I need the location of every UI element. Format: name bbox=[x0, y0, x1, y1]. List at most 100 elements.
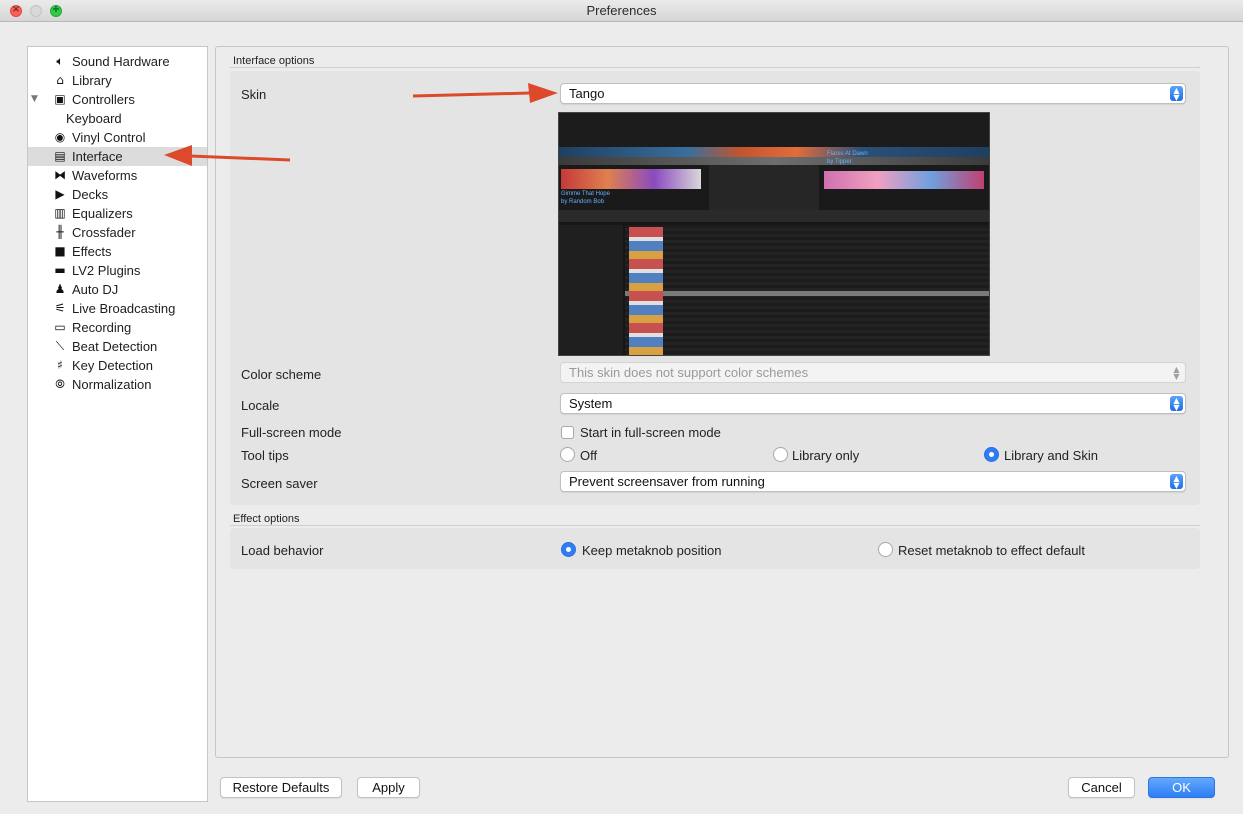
window-title: Preferences bbox=[586, 3, 657, 18]
sidebar-item-library[interactable]: ⌂ Library bbox=[28, 71, 207, 90]
locale-select[interactable]: System ▲ ▼ bbox=[560, 393, 1186, 414]
sidebar-item-vinyl-control[interactable]: ◉ Vinyl Control bbox=[28, 128, 207, 147]
skin-select-value: Tango bbox=[569, 86, 605, 101]
skin-preview-image: Gimme That Hope by Random Bob Flares At … bbox=[558, 112, 990, 356]
sidebar-item-lv2-plugins[interactable]: ▬ LV2 Plugins bbox=[28, 261, 207, 280]
ok-button[interactable]: OK bbox=[1148, 777, 1215, 798]
sidebar-item-recording[interactable]: ▭ Recording bbox=[28, 318, 207, 337]
cancel-button[interactable]: Cancel bbox=[1068, 777, 1135, 798]
skin-label: Skin bbox=[241, 87, 267, 102]
sidebar-item-interface[interactable]: ▤ Interface bbox=[28, 147, 207, 166]
sidebar-item-label: Decks bbox=[72, 187, 109, 202]
titlebar: × + Preferences bbox=[0, 0, 1243, 22]
sidebar-item-label: Library bbox=[72, 73, 112, 88]
skin-select[interactable]: Tango ▲ ▼ bbox=[560, 83, 1186, 104]
updown-chevron-icon: ▲ ▼ bbox=[1170, 396, 1183, 412]
updown-chevron-icon: ▲ ▼ bbox=[1173, 365, 1180, 381]
sidebar-item-live-broadcasting[interactable]: ⚟ Live Broadcasting bbox=[28, 299, 207, 318]
sidebar-item-keyboard[interactable]: Keyboard bbox=[28, 109, 207, 128]
sidebar-item-waveforms[interactable]: ⧓ Waveforms bbox=[28, 166, 207, 185]
tooltips-library-only-radio[interactable] bbox=[773, 447, 788, 462]
preferences-window: × + Preferences 🔈︎ Sound Hardware ⌂ Libr… bbox=[0, 0, 1243, 814]
tooltips-off-label[interactable]: Off bbox=[580, 448, 597, 463]
preview-track-list bbox=[625, 225, 989, 355]
sidebar-item-label: Normalization bbox=[72, 377, 152, 392]
preview-deck-left-artist: by Random Bob bbox=[561, 199, 605, 205]
sidebar-item-key-detection[interactable]: ♯ Key Detection bbox=[28, 356, 207, 375]
sidebar-item-label: Crossfader bbox=[72, 225, 136, 240]
disclosure-triangle-icon[interactable]: ▼ bbox=[31, 90, 38, 109]
crossfader-icon: ╫ bbox=[56, 225, 64, 239]
preview-waveform bbox=[559, 147, 989, 157]
sidebar-item-sound-hardware[interactable]: 🔈︎ Sound Hardware bbox=[28, 52, 207, 71]
sidebar-item-label: Equalizers bbox=[72, 206, 133, 221]
preview-deck-right-artist: by Tipper bbox=[827, 159, 852, 165]
library-icon: ⌂ bbox=[56, 73, 64, 87]
sidebar-item-equalizers[interactable]: ▥ Equalizers bbox=[28, 204, 207, 223]
effect-options-label: Effect options bbox=[233, 513, 300, 525]
robot-icon: ♟ bbox=[54, 282, 66, 296]
preview-mixer bbox=[709, 165, 819, 210]
sidebar-item-auto-dj[interactable]: ♟ Auto DJ bbox=[28, 280, 207, 299]
sidebar-item-effects[interactable]: ■ Effects bbox=[28, 242, 207, 261]
fullscreen-checkbox-label[interactable]: Start in full-screen mode bbox=[580, 425, 721, 440]
load-behavior-label: Load behavior bbox=[241, 543, 324, 558]
divider bbox=[230, 525, 1200, 526]
sidebar-item-label: Key Detection bbox=[72, 358, 153, 373]
sidebar-item-label: Sound Hardware bbox=[72, 54, 170, 69]
locale-select-value: System bbox=[569, 396, 613, 411]
screensaver-select[interactable]: Prevent screensaver from running ▲ ▼ bbox=[560, 471, 1186, 492]
restore-defaults-button[interactable]: Restore Defaults bbox=[220, 777, 342, 798]
sidebar-item-label: LV2 Plugins bbox=[72, 263, 141, 278]
interface-options-label: Interface options bbox=[233, 55, 315, 67]
normalization-icon: ⦾ bbox=[55, 377, 65, 391]
color-scheme-select[interactable]: This skin does not support color schemes… bbox=[560, 362, 1186, 383]
reset-metaknob-radio[interactable] bbox=[878, 542, 893, 557]
updown-chevron-icon: ▲ ▼ bbox=[1170, 86, 1183, 102]
sidebar-item-label: Keyboard bbox=[66, 111, 122, 126]
sidebar-item-label: Recording bbox=[72, 320, 132, 335]
keep-metaknob-radio[interactable] bbox=[561, 542, 576, 557]
tooltips-off-radio[interactable] bbox=[560, 447, 575, 462]
preview-cover-art bbox=[629, 227, 663, 355]
preview-waveform-overview bbox=[559, 157, 989, 165]
sidebar-item-label: Vinyl Control bbox=[72, 130, 146, 145]
sidebar-item-label: Effects bbox=[72, 244, 112, 259]
sidebar-item-label: Controllers bbox=[72, 92, 135, 107]
fullscreen-checkbox[interactable] bbox=[561, 426, 574, 439]
vinyl-icon: ◉ bbox=[54, 130, 66, 144]
apply-button[interactable]: Apply bbox=[357, 777, 420, 798]
sidebar-item-decks[interactable]: ▶ Decks bbox=[28, 185, 207, 204]
equalizer-icon: ▥ bbox=[54, 206, 66, 220]
keep-metaknob-label[interactable]: Keep metaknob position bbox=[582, 543, 721, 558]
screensaver-label: Screen saver bbox=[241, 476, 318, 491]
play-icon: ▶ bbox=[55, 187, 65, 201]
controller-icon: ▣ bbox=[54, 92, 66, 106]
sidebar-item-normalization[interactable]: ⦾ Normalization bbox=[28, 375, 207, 394]
color-scheme-label: Color scheme bbox=[241, 367, 322, 382]
updown-chevron-icon: ▲ ▼ bbox=[1170, 474, 1183, 490]
interface-icon: ▤ bbox=[54, 149, 66, 163]
effects-icon: ■ bbox=[54, 244, 66, 258]
locale-label: Locale bbox=[241, 398, 280, 413]
tooltips-library-and-skin-label[interactable]: Library and Skin bbox=[1004, 448, 1098, 463]
divider bbox=[230, 67, 1200, 68]
recording-icon: ▭ bbox=[54, 320, 66, 334]
sidebar-item-label: Live Broadcasting bbox=[72, 301, 176, 316]
color-scheme-select-value: This skin does not support color schemes bbox=[569, 365, 809, 380]
sidebar-item-label: Waveforms bbox=[72, 168, 138, 183]
sidebar-item-controllers[interactable]: ▼ ▣ Controllers bbox=[28, 90, 207, 109]
preview-deck-right-title: Flares At Dawn bbox=[827, 151, 868, 157]
sidebar-item-crossfader[interactable]: ╫ Crossfader bbox=[28, 223, 207, 242]
sidebar-item-label: Auto DJ bbox=[72, 282, 119, 297]
sidebar-item-label: Beat Detection bbox=[72, 339, 158, 354]
tooltips-library-only-label[interactable]: Library only bbox=[792, 448, 859, 463]
reset-metaknob-label[interactable]: Reset metaknob to effect default bbox=[898, 543, 1085, 558]
preview-deck-right-waveform bbox=[824, 171, 984, 189]
screensaver-select-value: Prevent screensaver from running bbox=[569, 474, 765, 489]
preview-toolbar bbox=[559, 113, 989, 147]
tooltips-library-and-skin-radio[interactable] bbox=[984, 447, 999, 462]
speaker-icon: 🔈︎ bbox=[56, 54, 64, 68]
broadcast-icon: ⚟ bbox=[54, 301, 66, 315]
sidebar-item-beat-detection[interactable]: ⟍ Beat Detection bbox=[28, 337, 207, 356]
